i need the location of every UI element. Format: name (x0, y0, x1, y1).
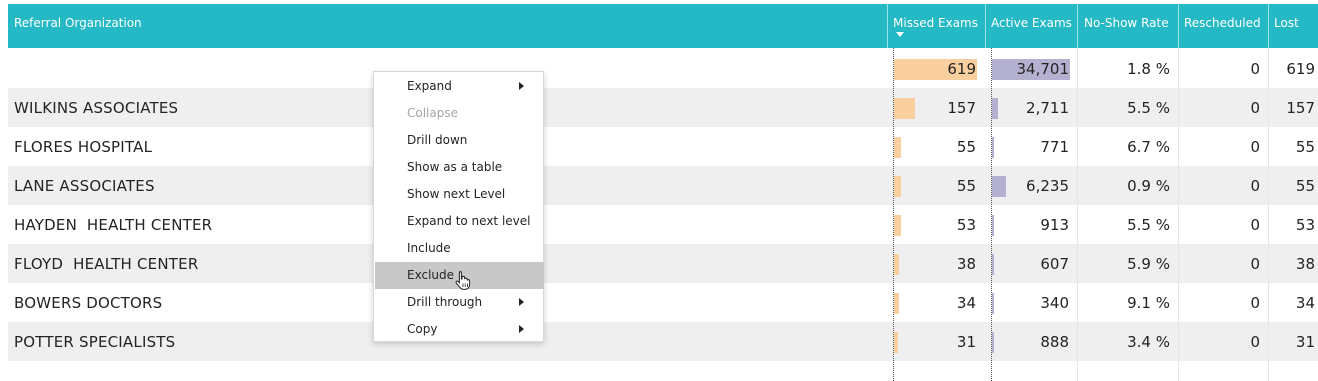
menu-item-label: Drill through (407, 295, 483, 309)
menu-item-label: Include (407, 241, 451, 255)
lost-value: 31 (1295, 333, 1315, 351)
row-label-referral-organization[interactable]: BOWERS DOCTORS (14, 283, 162, 324)
missed-exams-value: 55 (956, 138, 976, 156)
rescheduled-value: 0 (1250, 138, 1260, 156)
row-label-referral-organization[interactable]: LANE ASSOCIATES (14, 166, 155, 207)
context-menu: Expand Collapse Drill down Show as a table S… (373, 71, 544, 342)
no-show-rate-value: 5.5 % (1127, 216, 1170, 234)
active-exams-value: 6,235 (1026, 177, 1069, 195)
table-row[interactable]: WILKINS ASSOCIATES 157 2,711 5.5 % 0 157 (8, 88, 1318, 127)
menu-item-expand[interactable]: Expand (375, 73, 544, 100)
no-show-rate-value: 1.8 % (1127, 60, 1170, 78)
no-show-rate-value: 9.1 % (1127, 294, 1170, 312)
chevron-right-icon (519, 325, 524, 333)
row-label-referral-organization[interactable]: FLOYD HEALTH CENTER (14, 244, 198, 285)
lost-value: 55 (1295, 177, 1315, 195)
no-show-rate-value: 3.4 % (1127, 333, 1170, 351)
table-row[interactable]: POTTER SPECIALISTS 31 888 3.4 % 0 31 (8, 322, 1318, 361)
lost-value: 55 (1295, 138, 1315, 156)
menu-item-label: Show next Level (407, 187, 506, 201)
active-exams-value: 913 (1040, 216, 1069, 234)
table-row[interactable]: BOWERS DOCTORS 34 340 9.1 % 0 34 (8, 283, 1318, 322)
rescheduled-value: 0 (1250, 294, 1260, 312)
table-row[interactable]: 619 34,701 1.8 % 0 619 (8, 49, 1318, 88)
active-exams-value: 340 (1040, 294, 1069, 312)
row-label-referral-organization[interactable]: HAYDEN HEALTH CENTER (14, 205, 212, 246)
menu-item-drill-through[interactable]: Drill through (375, 289, 544, 316)
menu-item-label: Expand (407, 79, 452, 93)
menu-item-label: Collapse (407, 106, 458, 120)
lost-value: 157 (1286, 99, 1315, 117)
missed-exams-value: 53 (956, 216, 976, 234)
hand-pointer-icon (455, 271, 471, 290)
missed-exams-value: 34 (956, 294, 976, 312)
menu-item-label: Drill down (407, 133, 468, 147)
missed-exams-value: 157 (947, 99, 976, 117)
column-header-active-exams[interactable]: Active Exams (985, 4, 1077, 48)
missed-exams-baseline (893, 48, 894, 381)
table-header: Referral Organization Missed Exams Activ… (8, 4, 1318, 48)
menu-item-label: Copy (407, 322, 438, 336)
active-exams-value: 2,711 (1026, 99, 1069, 117)
active-exams-value: 771 (1040, 138, 1069, 156)
column-header-rescheduled[interactable]: Rescheduled (1178, 4, 1268, 48)
menu-item-include[interactable]: Include (375, 235, 544, 262)
missed-exams-value: 38 (956, 255, 976, 273)
row-label-referral-organization[interactable]: FLORES HOSPITAL (14, 127, 152, 168)
missed-exams-value: 31 (956, 333, 976, 351)
rescheduled-value: 0 (1250, 177, 1260, 195)
row-label-referral-organization[interactable]: POTTER SPECIALISTS (14, 322, 175, 363)
rescheduled-value: 0 (1250, 216, 1260, 234)
menu-item-label: Expand to next level (407, 214, 531, 228)
menu-item-expand-to-next-level[interactable]: Expand to next level (375, 208, 544, 235)
menu-item-label: Exclude (407, 268, 455, 282)
column-header-lost[interactable]: Lost (1268, 4, 1318, 48)
rescheduled-value: 0 (1250, 333, 1260, 351)
lost-value: 38 (1295, 255, 1315, 273)
rescheduled-value: 0 (1250, 255, 1260, 273)
lost-value: 53 (1295, 216, 1315, 234)
menu-item-show-as-a-table[interactable]: Show as a table (375, 154, 544, 181)
active-exams-value: 34,701 (1016, 60, 1070, 78)
lost-value: 34 (1295, 294, 1315, 312)
no-show-rate-value: 6.7 % (1127, 138, 1170, 156)
no-show-rate-value: 5.5 % (1127, 99, 1170, 117)
missed-exams-value: 619 (947, 60, 976, 78)
lost-value: 619 (1286, 60, 1315, 78)
menu-item-drill-down[interactable]: Drill down (375, 127, 544, 154)
active-exams-value: 888 (1040, 333, 1069, 351)
rescheduled-value: 0 (1250, 99, 1260, 117)
table-row[interactable]: FLORES HOSPITAL 55 771 6.7 % 0 55 (8, 127, 1318, 166)
row-label-referral-organization[interactable]: WILKINS ASSOCIATES (14, 88, 178, 129)
active-exams-value: 607 (1040, 255, 1069, 273)
menu-item-show-next-level[interactable]: Show next Level (375, 181, 544, 208)
menu-item-label: Show as a table (407, 160, 503, 174)
sort-descending-icon[interactable] (896, 32, 904, 37)
active-exams-baseline (991, 48, 992, 381)
table-row[interactable]: FLOYD HEALTH CENTER 38 607 5.9 % 0 38 (8, 244, 1318, 283)
missed-exams-value: 55 (956, 177, 976, 195)
table-row[interactable]: LANE ASSOCIATES 55 6,235 0.9 % 0 55 (8, 166, 1318, 205)
column-header-referral-organization[interactable]: Referral Organization (8, 4, 887, 48)
chevron-right-icon (519, 82, 524, 90)
column-header-no-show-rate[interactable]: No-Show Rate (1077, 4, 1178, 48)
no-show-rate-value: 0.9 % (1127, 177, 1170, 195)
menu-item-collapse: Collapse (375, 100, 544, 127)
chevron-right-icon (519, 298, 524, 306)
rescheduled-value: 0 (1250, 60, 1260, 78)
table-row[interactable]: HAYDEN HEALTH CENTER 53 913 5.5 % 0 53 (8, 205, 1318, 244)
menu-item-copy[interactable]: Copy (375, 316, 544, 343)
column-header-missed-exams[interactable]: Missed Exams (887, 4, 985, 48)
no-show-rate-value: 5.9 % (1127, 255, 1170, 273)
